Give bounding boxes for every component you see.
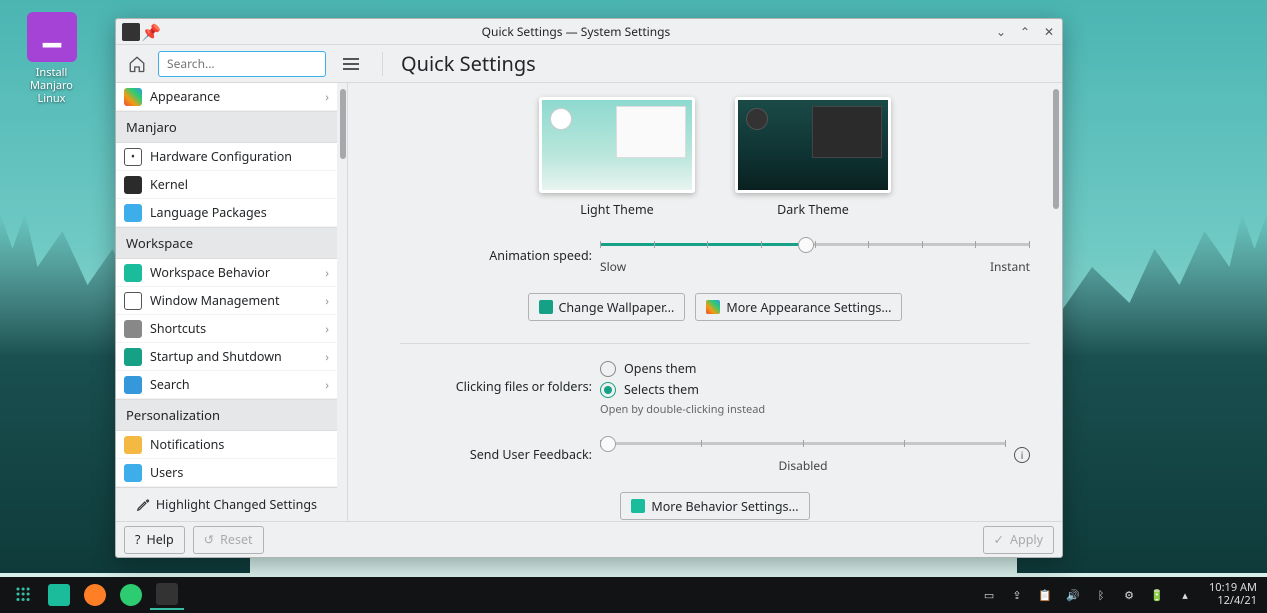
sidebar-item-icon <box>124 264 142 282</box>
download-icon <box>27 12 77 62</box>
light-theme-preview <box>539 97 695 193</box>
radio-opens[interactable]: Opens them <box>600 360 1030 377</box>
content-area: Light Theme Dark Theme Animation speed: <box>348 83 1062 521</box>
sidebar-item-appearance[interactable]: Appearance› <box>116 83 337 111</box>
sidebar-category: Personalization <box>116 399 337 431</box>
tray-clipboard-icon[interactable]: 📋 <box>1037 587 1053 603</box>
tray-battery-icon[interactable]: 🔋 <box>1149 587 1165 603</box>
tray-network-icon[interactable]: ⚙ <box>1121 587 1137 603</box>
sidebar-item-icon <box>124 320 142 338</box>
settings-window: 📌 Quick Settings — System Settings ⌄ ⌃ ✕… <box>115 18 1063 558</box>
window-icon <box>122 23 140 41</box>
start-menu-button[interactable]: ⁝⁝⁝ <box>6 580 40 610</box>
chevron-right-icon: › <box>325 376 329 393</box>
sidebar-item-window-management[interactable]: Window Management› <box>116 287 337 315</box>
content-scrollbar[interactable] <box>1052 89 1060 515</box>
titlebar[interactable]: 📌 Quick Settings — System Settings ⌄ ⌃ ✕ <box>116 19 1062 45</box>
search-input[interactable] <box>158 51 326 77</box>
pin-icon[interactable]: 📌 <box>144 25 158 39</box>
sidebar: Appearance›ManjaroHardware Configuration… <box>116 83 348 521</box>
chevron-right-icon: › <box>325 320 329 337</box>
tray-volume-icon[interactable]: 🔊 <box>1065 587 1081 603</box>
footer: ?Help ↺Reset ✓Apply <box>116 521 1062 557</box>
sidebar-item-icon <box>124 148 142 166</box>
theme-light[interactable]: Light Theme <box>539 97 695 218</box>
page-title: Quick Settings <box>401 50 536 77</box>
reset-icon: ↺ <box>204 531 214 548</box>
help-button[interactable]: ?Help <box>124 526 185 554</box>
taskbar-downloads[interactable] <box>114 580 148 610</box>
taskbar-files[interactable] <box>42 580 76 610</box>
tray-expand-icon[interactable]: ▴ <box>1177 587 1193 603</box>
sidebar-category: Workspace <box>116 227 337 259</box>
sidebar-item-shortcuts[interactable]: Shortcuts› <box>116 315 337 343</box>
info-icon[interactable]: i <box>1014 447 1030 463</box>
chevron-right-icon: › <box>325 88 329 105</box>
dark-theme-preview <box>735 97 891 193</box>
maximize-button[interactable]: ⌃ <box>1018 25 1032 39</box>
feedback-slider[interactable] <box>600 435 1006 451</box>
anim-speed-label: Animation speed: <box>400 247 600 264</box>
sidebar-item-icon <box>124 204 142 222</box>
chevron-right-icon: › <box>325 292 329 309</box>
minimize-button[interactable]: ⌄ <box>994 25 1008 39</box>
sidebar-item-users[interactable]: Users <box>116 459 337 487</box>
feedback-label: Send User Feedback: <box>400 446 600 463</box>
theme-dark[interactable]: Dark Theme <box>735 97 891 218</box>
sidebar-item-icon <box>124 348 142 366</box>
sidebar-item-icon <box>124 176 142 194</box>
clock[interactable]: 10:19 AM 12/4/21 <box>1209 582 1257 607</box>
taskbar-firefox[interactable] <box>78 580 112 610</box>
sidebar-item-language-packages[interactable]: Language Packages <box>116 199 337 227</box>
reset-button[interactable]: ↺Reset <box>193 526 264 554</box>
desktop-icon-install[interactable]: Install Manjaro Linux <box>14 12 89 106</box>
window-title: Quick Settings — System Settings <box>158 23 994 40</box>
sidebar-category: Manjaro <box>116 111 337 143</box>
more-appearance-button[interactable]: More Appearance Settings... <box>695 293 902 321</box>
toolbar: Quick Settings <box>116 45 1062 83</box>
behavior-icon <box>631 499 645 513</box>
animation-speed-slider[interactable] <box>600 236 1030 252</box>
chevron-right-icon: › <box>325 264 329 281</box>
sidebar-item-icon <box>124 436 142 454</box>
sidebar-item-kernel[interactable]: Kernel <box>116 171 337 199</box>
change-wallpaper-button[interactable]: Change Wallpaper... <box>528 293 686 321</box>
tray-usb-icon[interactable]: ⇪ <box>1009 587 1025 603</box>
sidebar-item-search[interactable]: Search› <box>116 371 337 399</box>
tray-bluetooth-icon[interactable]: ᛒ <box>1093 587 1109 603</box>
sidebar-item-icon <box>124 292 142 310</box>
appearance-icon <box>706 300 720 314</box>
more-behavior-button[interactable]: More Behavior Settings... <box>620 492 809 520</box>
taskbar-settings[interactable] <box>150 580 184 610</box>
tray-desktop-icon[interactable]: ▭ <box>981 587 997 603</box>
close-button[interactable]: ✕ <box>1042 25 1056 39</box>
apply-button[interactable]: ✓Apply <box>983 526 1054 554</box>
sidebar-item-workspace-behavior[interactable]: Workspace Behavior› <box>116 259 337 287</box>
sidebar-scrollbar[interactable] <box>339 89 347 481</box>
click-behavior-label: Clicking files or folders: <box>400 378 600 395</box>
sidebar-item-icon <box>124 464 142 482</box>
check-icon: ✓ <box>994 531 1004 548</box>
radio-selects[interactable]: Selects them <box>600 381 1030 398</box>
home-button[interactable] <box>124 51 150 77</box>
taskbar: ⁝⁝⁝ ▭ ⇪ 📋 🔊 ᛒ ⚙ 🔋 ▴ 10:19 AM 12/4/21 <box>0 577 1267 613</box>
sidebar-item-notifications[interactable]: Notifications <box>116 431 337 459</box>
wallpaper-icon <box>539 300 553 314</box>
menu-button[interactable] <box>338 51 364 77</box>
sidebar-item-startup-and-shutdown[interactable]: Startup and Shutdown› <box>116 343 337 371</box>
sidebar-item-icon <box>124 376 142 394</box>
chevron-right-icon: › <box>325 348 329 365</box>
highlight-changed-button[interactable]: Highlight Changed Settings <box>116 487 337 521</box>
help-icon: ? <box>135 531 140 548</box>
sidebar-item-icon <box>124 88 142 106</box>
sidebar-item-hardware-configuration[interactable]: Hardware Configuration <box>116 143 337 171</box>
